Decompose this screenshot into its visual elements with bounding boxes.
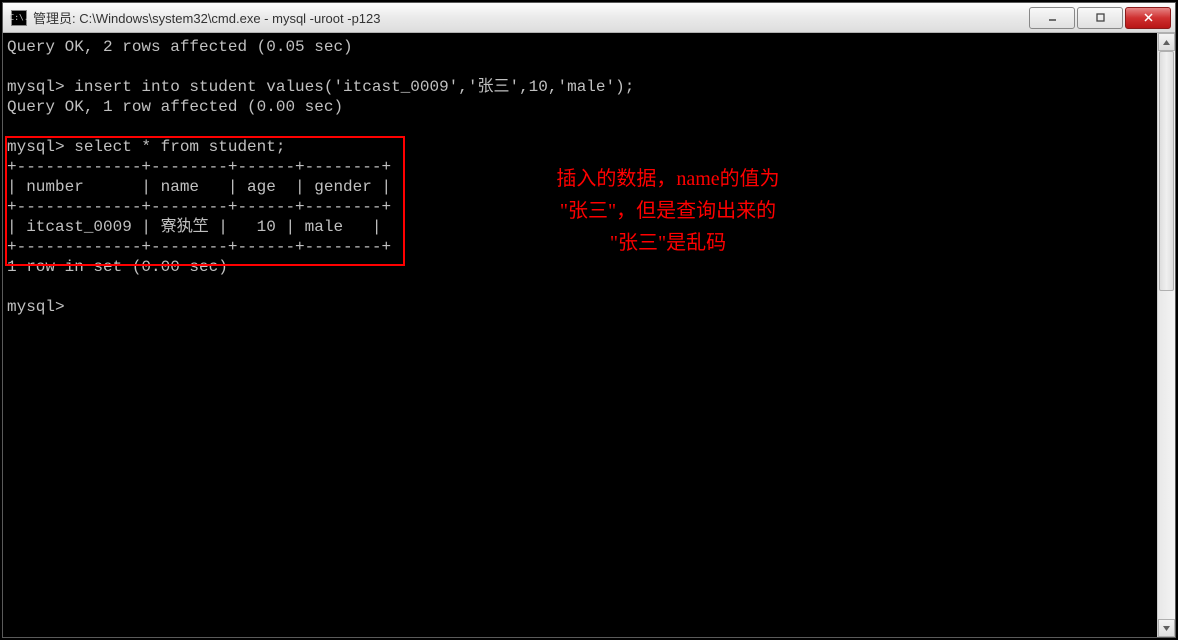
vertical-scrollbar[interactable]	[1157, 33, 1175, 637]
table-separator: +-------------+--------+------+--------+	[7, 158, 391, 176]
minimize-button[interactable]	[1029, 7, 1075, 29]
table-separator: +-------------+--------+------+--------+	[7, 198, 391, 216]
chevron-up-icon	[1162, 38, 1171, 47]
minimize-icon	[1047, 12, 1058, 23]
close-button[interactable]	[1125, 7, 1171, 29]
table-separator: +-------------+--------+------+--------+	[7, 238, 391, 256]
close-icon	[1143, 12, 1154, 23]
maximize-icon	[1095, 12, 1106, 23]
annotation-text: 插入的数据，name的值为 "张三"，但是查询出来的 "张三"是乱码	[513, 163, 823, 259]
terminal-area: Query OK, 2 rows affected (0.05 sec) mys…	[3, 33, 1175, 637]
annotation-line: "张三"，但是查询出来的	[513, 195, 823, 227]
scroll-up-button[interactable]	[1158, 33, 1175, 51]
window-title: 管理员: C:\Windows\system32\cmd.exe - mysql…	[33, 8, 1029, 27]
terminal-window: C:\. 管理员: C:\Windows\system32\cmd.exe - …	[2, 2, 1176, 638]
titlebar[interactable]: C:\. 管理员: C:\Windows\system32\cmd.exe - …	[3, 3, 1175, 33]
app-icon: C:\.	[11, 10, 27, 26]
output-line: Query OK, 1 row affected (0.00 sec)	[7, 98, 343, 116]
scroll-thumb[interactable]	[1159, 51, 1174, 291]
output-line: 1 row in set (0.00 sec)	[7, 258, 228, 276]
scroll-down-button[interactable]	[1158, 619, 1175, 637]
prompt: mysql>	[7, 298, 65, 316]
output-line: Query OK, 2 rows affected (0.05 sec)	[7, 38, 353, 56]
table-row: | itcast_0009 | 寮犱笁 | 10 | male |	[7, 218, 381, 236]
output-line: mysql> insert into student values('itcas…	[7, 78, 634, 96]
annotation-line: "张三"是乱码	[513, 227, 823, 259]
annotation-line: 插入的数据，name的值为	[513, 163, 823, 195]
chevron-down-icon	[1162, 624, 1171, 633]
terminal-output[interactable]: Query OK, 2 rows affected (0.05 sec) mys…	[3, 33, 1175, 637]
window-controls	[1029, 7, 1171, 29]
maximize-button[interactable]	[1077, 7, 1123, 29]
table-header: | number | name | age | gender |	[7, 178, 391, 196]
output-line: mysql> select * from student;	[7, 138, 285, 156]
